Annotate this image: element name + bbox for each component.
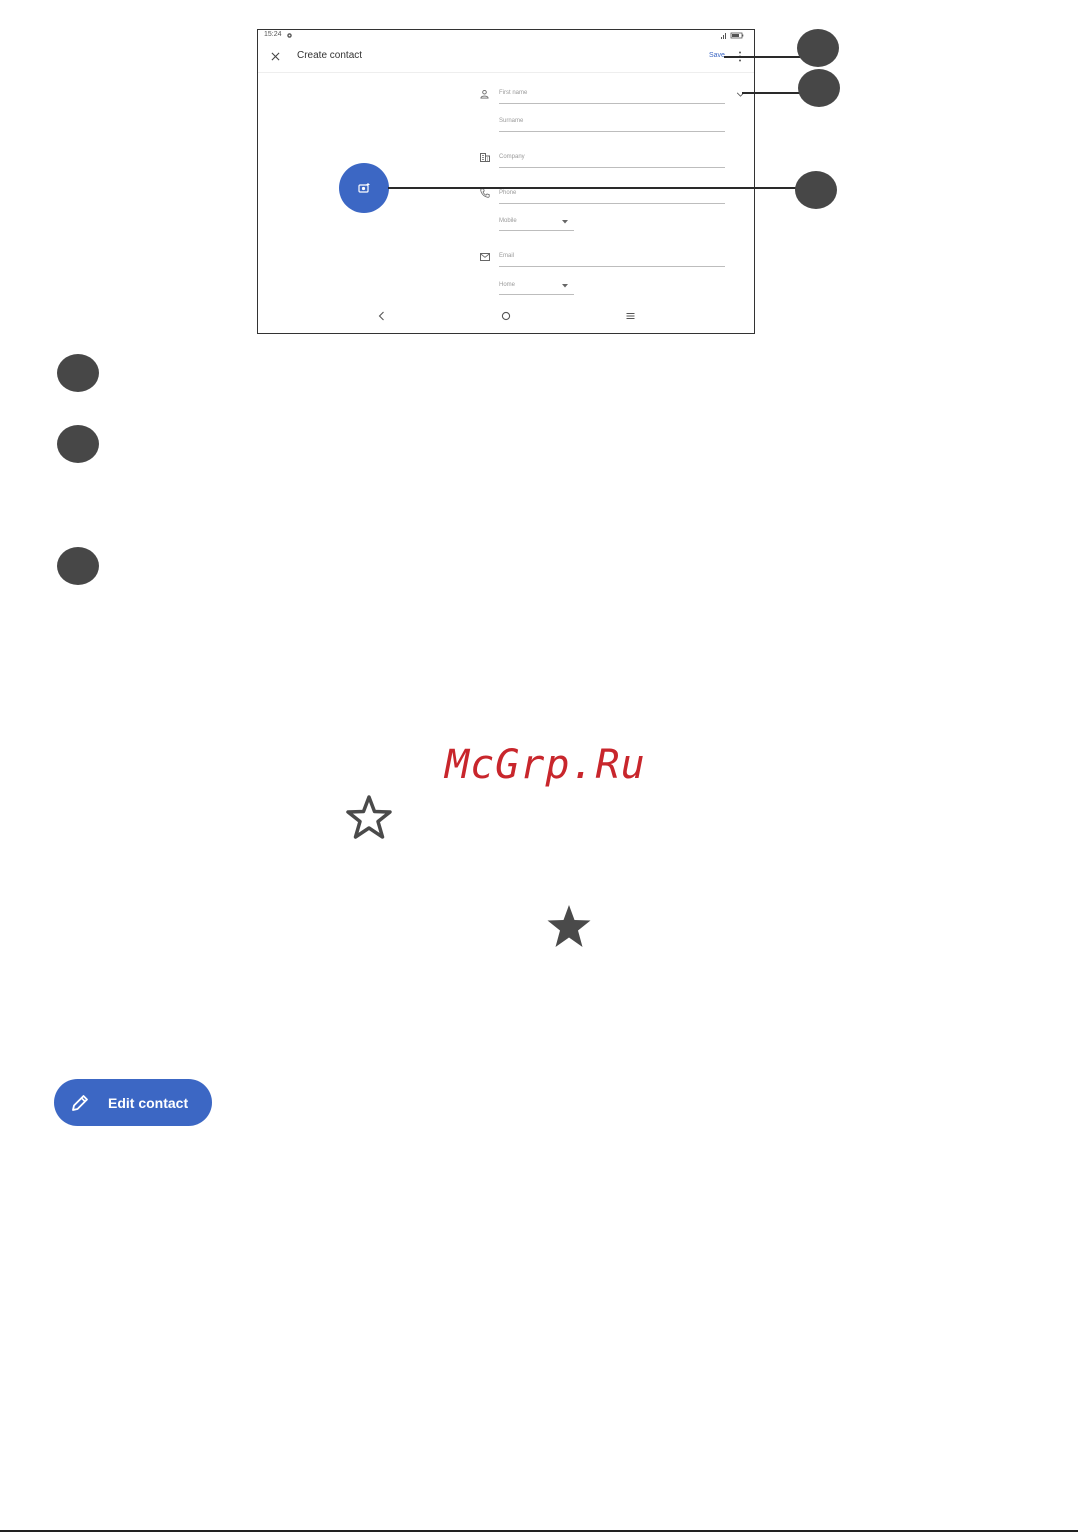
appbar-divider <box>258 72 754 73</box>
bullet-marker-1 <box>57 354 99 392</box>
settings-icon <box>287 33 292 38</box>
company-input[interactable] <box>499 167 725 168</box>
phone-type-select[interactable] <box>499 230 574 231</box>
phone-label: Phone <box>499 190 517 196</box>
nav-menu-icon[interactable] <box>626 312 635 320</box>
close-icon[interactable] <box>271 52 280 61</box>
person-icon <box>480 89 489 99</box>
pencil-icon <box>72 1094 88 1111</box>
phone-type-value: Mobile <box>499 218 517 224</box>
email-type-value: Home <box>499 282 516 288</box>
dropdown-arrow-icon <box>562 220 568 224</box>
building-icon <box>480 153 490 162</box>
star-outline-icon <box>346 795 392 839</box>
email-label: Email <box>499 253 515 259</box>
callout-marker-3 <box>795 171 837 209</box>
save-button[interactable]: Save <box>709 52 725 59</box>
first-name-label: First name <box>499 90 528 96</box>
add-photo-button[interactable] <box>339 163 389 213</box>
tablet-screenshot: 15:24 Create contact Save First name Sur… <box>257 29 755 334</box>
add-photo-icon <box>358 183 370 193</box>
page-title: Create contact <box>297 50 363 61</box>
first-name-input[interactable] <box>499 103 725 104</box>
edit-contact-button[interactable]: Edit contact <box>54 1079 212 1126</box>
company-label: Company <box>499 154 525 160</box>
dropdown-arrow-icon <box>562 284 568 288</box>
callout-marker-2 <box>798 69 840 107</box>
star-filled-icon <box>547 905 591 947</box>
callout-leader-3 <box>388 187 798 189</box>
callout-leader-1 <box>724 56 800 58</box>
edit-contact-label: Edit contact <box>108 1094 189 1111</box>
surname-label: Surname <box>499 118 524 124</box>
callout-marker-1 <box>797 29 839 67</box>
watermark-text: McGrp.Ru <box>445 742 646 788</box>
bullet-marker-3 <box>57 547 99 585</box>
email-input[interactable] <box>499 266 725 267</box>
nav-home-icon[interactable] <box>501 311 511 321</box>
mail-icon <box>480 253 490 261</box>
nav-back-icon[interactable] <box>378 311 385 321</box>
surname-input[interactable] <box>499 131 725 132</box>
phone-icon <box>480 188 490 198</box>
callout-leader-2 <box>742 92 800 94</box>
phone-input[interactable] <box>499 203 725 204</box>
email-type-select[interactable] <box>499 294 574 295</box>
status-icons <box>721 32 744 39</box>
bullet-marker-2 <box>57 425 99 463</box>
status-time: 15:24 <box>264 31 282 38</box>
